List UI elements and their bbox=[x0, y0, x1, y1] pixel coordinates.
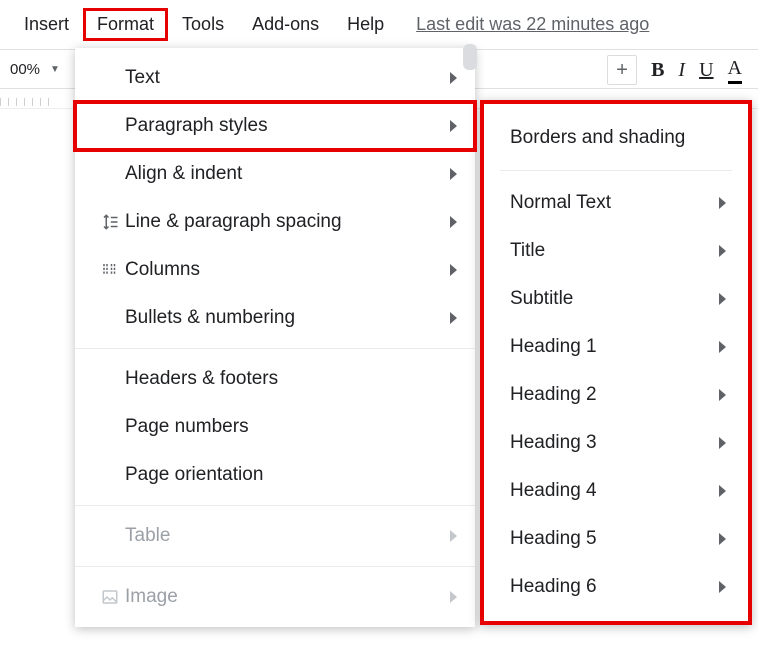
submenu-item-heading-4[interactable]: Heading 4 bbox=[484, 467, 748, 515]
menu-item-page-numbers[interactable]: Page numbers bbox=[75, 403, 475, 451]
menu-separator bbox=[500, 170, 732, 171]
menu-item-label: Align & indent bbox=[125, 163, 450, 185]
submenu-item-heading-3[interactable]: Heading 3 bbox=[484, 419, 748, 467]
paragraph-styles-submenu: Borders and shading Normal Text Title Su… bbox=[480, 100, 752, 625]
chevron-right-icon bbox=[719, 293, 726, 305]
submenu-item-label: Heading 6 bbox=[510, 576, 719, 598]
bold-button[interactable]: B bbox=[651, 59, 664, 82]
submenu-item-borders-shading[interactable]: Borders and shading bbox=[484, 114, 748, 162]
increase-button[interactable]: + bbox=[607, 55, 637, 85]
submenu-item-label: Heading 1 bbox=[510, 336, 719, 358]
submenu-item-label: Title bbox=[510, 240, 719, 262]
menu-item-label: Columns bbox=[125, 259, 450, 281]
chevron-right-icon bbox=[450, 72, 457, 84]
menu-item-text[interactable]: Text bbox=[75, 54, 475, 102]
text-color-button[interactable]: A bbox=[728, 57, 742, 84]
submenu-item-label: Borders and shading bbox=[510, 127, 726, 149]
submenu-item-heading-1[interactable]: Heading 1 bbox=[484, 323, 748, 371]
submenu-item-label: Heading 4 bbox=[510, 480, 719, 502]
format-toolbar-right: + B I U A bbox=[607, 50, 742, 90]
menu-item-line-spacing[interactable]: Line & paragraph spacing bbox=[75, 198, 475, 246]
menu-item-bullets-numbering[interactable]: Bullets & numbering bbox=[75, 294, 475, 342]
chevron-right-icon bbox=[450, 591, 457, 603]
menu-item-label: Page orientation bbox=[125, 464, 457, 486]
format-menu-dropdown: Text Paragraph styles Align & indent Lin… bbox=[75, 48, 475, 627]
menu-item-image: Image bbox=[75, 573, 475, 621]
line-spacing-icon bbox=[95, 213, 125, 231]
submenu-item-label: Heading 2 bbox=[510, 384, 719, 406]
menu-item-label: Table bbox=[125, 525, 450, 547]
submenu-item-title[interactable]: Title bbox=[484, 227, 748, 275]
chevron-right-icon bbox=[719, 533, 726, 545]
zoom-value: 00% bbox=[10, 61, 40, 78]
menu-insert[interactable]: Insert bbox=[10, 8, 83, 41]
menu-separator bbox=[75, 566, 475, 567]
submenu-item-label: Normal Text bbox=[510, 192, 719, 214]
menu-item-paragraph-styles[interactable]: Paragraph styles bbox=[75, 102, 475, 150]
zoom-dropdown[interactable]: 00% ▼ bbox=[6, 61, 60, 78]
chevron-right-icon bbox=[719, 437, 726, 449]
menu-item-label: Text bbox=[125, 67, 450, 89]
menu-item-label: Page numbers bbox=[125, 416, 457, 438]
image-icon bbox=[95, 588, 125, 606]
menubar: Insert Format Tools Add-ons Help Last ed… bbox=[0, 0, 758, 49]
submenu-item-subtitle[interactable]: Subtitle bbox=[484, 275, 748, 323]
chevron-right-icon bbox=[450, 264, 457, 276]
menu-item-align-indent[interactable]: Align & indent bbox=[75, 150, 475, 198]
menu-item-label: Bullets & numbering bbox=[125, 307, 450, 329]
menu-format[interactable]: Format bbox=[83, 8, 168, 41]
chevron-right-icon bbox=[719, 197, 726, 209]
submenu-item-heading-6[interactable]: Heading 6 bbox=[484, 563, 748, 611]
last-edit-link[interactable]: Last edit was 22 minutes ago bbox=[416, 14, 649, 35]
chevron-right-icon bbox=[719, 245, 726, 257]
menu-tools[interactable]: Tools bbox=[168, 8, 238, 41]
chevron-right-icon bbox=[450, 312, 457, 324]
menu-item-columns[interactable]: Columns bbox=[75, 246, 475, 294]
columns-icon bbox=[95, 261, 125, 279]
menu-help[interactable]: Help bbox=[333, 8, 398, 41]
chevron-right-icon bbox=[719, 341, 726, 353]
chevron-right-icon bbox=[719, 581, 726, 593]
menu-item-label: Paragraph styles bbox=[125, 115, 450, 137]
underline-button[interactable]: U bbox=[699, 59, 713, 82]
menu-item-table: Table bbox=[75, 512, 475, 560]
chevron-right-icon bbox=[450, 168, 457, 180]
ruler-ticks bbox=[0, 98, 55, 106]
submenu-item-label: Heading 3 bbox=[510, 432, 719, 454]
chevron-right-icon bbox=[450, 216, 457, 228]
menu-item-headers-footers[interactable]: Headers & footers bbox=[75, 355, 475, 403]
italic-button[interactable]: I bbox=[678, 59, 685, 82]
menu-item-label: Headers & footers bbox=[125, 368, 457, 390]
menu-item-label: Line & paragraph spacing bbox=[125, 211, 450, 233]
chevron-right-icon bbox=[719, 389, 726, 401]
chevron-right-icon bbox=[450, 530, 457, 542]
menu-item-label: Image bbox=[125, 586, 450, 608]
menu-item-page-orientation[interactable]: Page orientation bbox=[75, 451, 475, 499]
submenu-item-normal-text[interactable]: Normal Text bbox=[484, 179, 748, 227]
submenu-item-heading-2[interactable]: Heading 2 bbox=[484, 371, 748, 419]
submenu-item-label: Heading 5 bbox=[510, 528, 719, 550]
submenu-item-heading-5[interactable]: Heading 5 bbox=[484, 515, 748, 563]
submenu-item-label: Subtitle bbox=[510, 288, 719, 310]
menu-addons[interactable]: Add-ons bbox=[238, 8, 333, 41]
menu-separator bbox=[75, 348, 475, 349]
chevron-right-icon bbox=[719, 485, 726, 497]
menu-separator bbox=[75, 505, 475, 506]
chevron-down-icon: ▼ bbox=[50, 64, 60, 75]
chevron-right-icon bbox=[450, 120, 457, 132]
